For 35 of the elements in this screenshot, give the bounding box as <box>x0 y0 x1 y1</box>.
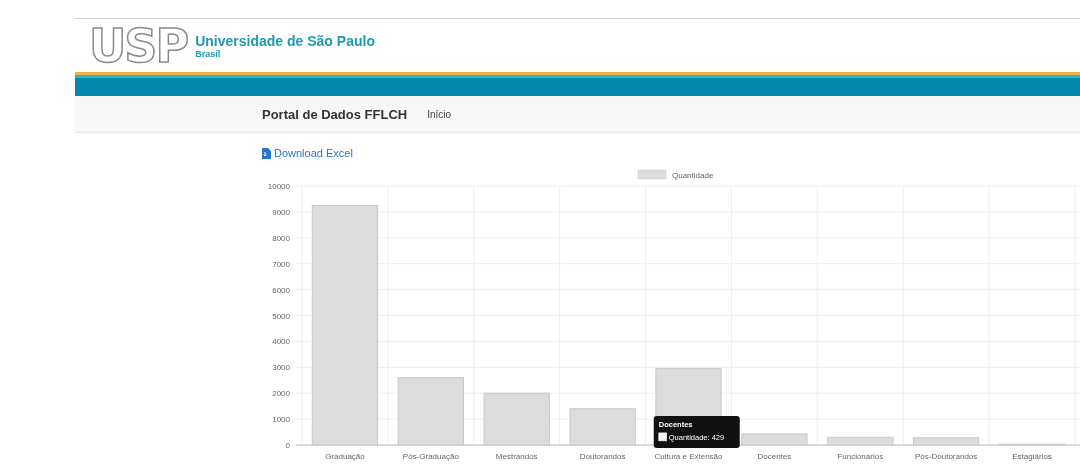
bar <box>913 436 980 445</box>
navbar-brand[interactable]: Portal de Dados FFLCH <box>262 106 408 122</box>
download-link[interactable]: Download Excel <box>262 147 353 159</box>
legend-label: Quantidade <box>672 170 714 180</box>
x-axis-label: Funcionários <box>837 451 884 461</box>
x-axis-label: Cultura e Extensão <box>654 451 723 461</box>
site-subtitle: Brasil <box>195 48 222 59</box>
y-axis-label: 2000 <box>272 388 290 398</box>
y-axis-label: 9000 <box>272 207 290 217</box>
x-axis-label: Estagiários <box>1012 451 1052 461</box>
site-title: Universidade de São Paulo <box>195 32 375 49</box>
bar <box>569 407 636 445</box>
bar <box>741 432 808 445</box>
file-icon <box>262 147 271 159</box>
x-axis-label: Pós-Doutorandos <box>915 451 978 461</box>
y-axis-label: 6000 <box>272 285 290 295</box>
y-axis-label: 5000 <box>272 311 290 320</box>
y-axis-label: 1000 <box>272 414 290 424</box>
x-axis-label: Mestrandos <box>495 451 538 461</box>
y-axis-label: 10000 <box>267 181 290 191</box>
y-axis-label: 4000 <box>272 336 290 346</box>
bar <box>827 436 894 445</box>
x-axis-label: Docentes <box>757 451 792 461</box>
bar <box>483 392 550 445</box>
y-axis-label: 3000 <box>272 362 290 372</box>
y-axis-label: 0 <box>285 440 290 450</box>
logo: USP <box>89 22 188 69</box>
chart-legend: Quantidade <box>637 169 714 180</box>
bar <box>397 376 464 445</box>
y-axis-label: 8000 <box>272 233 290 243</box>
x-axis-label: Doutorandos <box>579 451 626 461</box>
x-axis-label: Pós-Graduação <box>402 451 459 461</box>
nav-link[interactable]: Início <box>427 108 452 120</box>
y-axis-label: 7000 <box>272 259 290 269</box>
x-axis-label: Graduação <box>325 451 365 461</box>
